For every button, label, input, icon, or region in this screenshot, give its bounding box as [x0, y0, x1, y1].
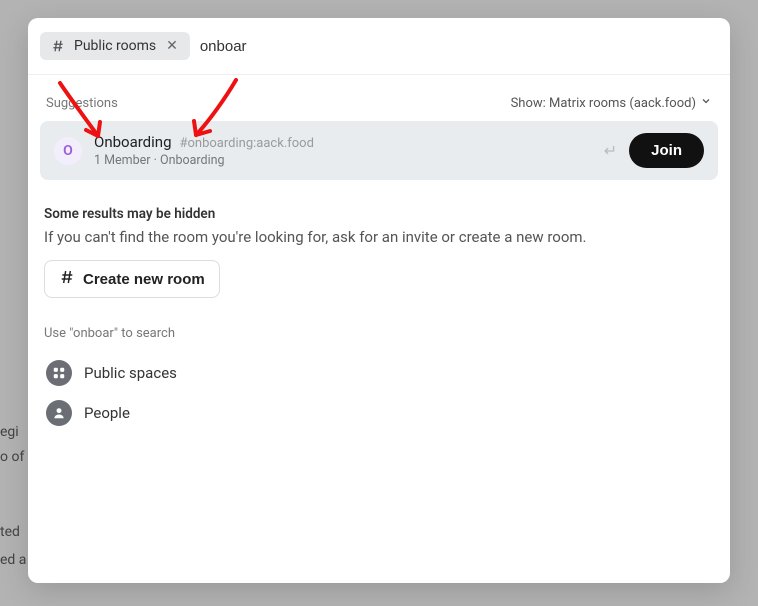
network-filter[interactable]: Show: Matrix rooms (aack.food) — [511, 95, 712, 111]
suggestions-label: Suggestions — [46, 96, 118, 111]
search-option-people[interactable]: People — [40, 393, 718, 433]
hash-icon — [59, 269, 75, 289]
room-avatar: O — [54, 137, 82, 165]
search-option-public-spaces[interactable]: Public spaces — [40, 353, 718, 393]
hidden-results-title: Some results may be hidden — [44, 206, 714, 222]
bg-text: o of — [0, 445, 24, 470]
hidden-results-text: If you can't find the room you're lookin… — [44, 228, 714, 246]
hash-icon — [50, 38, 66, 54]
room-alias: #onboarding:aack.food — [180, 136, 314, 151]
filter-chip-label: Public rooms — [74, 38, 156, 54]
room-result[interactable]: O Onboarding #onboarding:aack.food 1 Mem… — [40, 121, 718, 180]
room-result-main: Onboarding #onboarding:aack.food 1 Membe… — [94, 133, 592, 168]
enter-key-hint-icon: ↵ — [604, 141, 617, 160]
chevron-down-icon — [700, 95, 712, 111]
suggestions-header: Suggestions Show: Matrix rooms (aack.foo… — [40, 75, 718, 121]
room-name: Onboarding — [94, 133, 172, 151]
person-icon — [46, 400, 72, 426]
filter-chip-public-rooms[interactable]: Public rooms ✕ — [40, 32, 190, 60]
spaces-icon — [46, 360, 72, 386]
search-input[interactable] — [200, 38, 714, 55]
network-filter-label: Show: Matrix rooms (aack.food) — [511, 96, 696, 111]
search-option-label: People — [84, 404, 130, 422]
bg-text: egi — [0, 420, 19, 445]
search-bar: Public rooms ✕ — [28, 18, 730, 75]
bg-text: ted — [0, 520, 20, 545]
create-new-room-button[interactable]: Create new room — [44, 260, 220, 298]
dialog-body: Suggestions Show: Matrix rooms (aack.foo… — [28, 75, 730, 453]
create-new-room-label: Create new room — [83, 271, 205, 288]
chip-close-icon[interactable]: ✕ — [164, 38, 180, 54]
join-button[interactable]: Join — [629, 133, 704, 168]
spotlight-dialog: Public rooms ✕ Suggestions Show: Matrix … — [28, 18, 730, 583]
bg-text: ed a — [0, 548, 26, 573]
search-option-label: Public spaces — [84, 364, 177, 382]
room-subtitle: 1 Member · Onboarding — [94, 153, 592, 168]
use-search-label: Use "onboar" to search — [44, 326, 714, 341]
